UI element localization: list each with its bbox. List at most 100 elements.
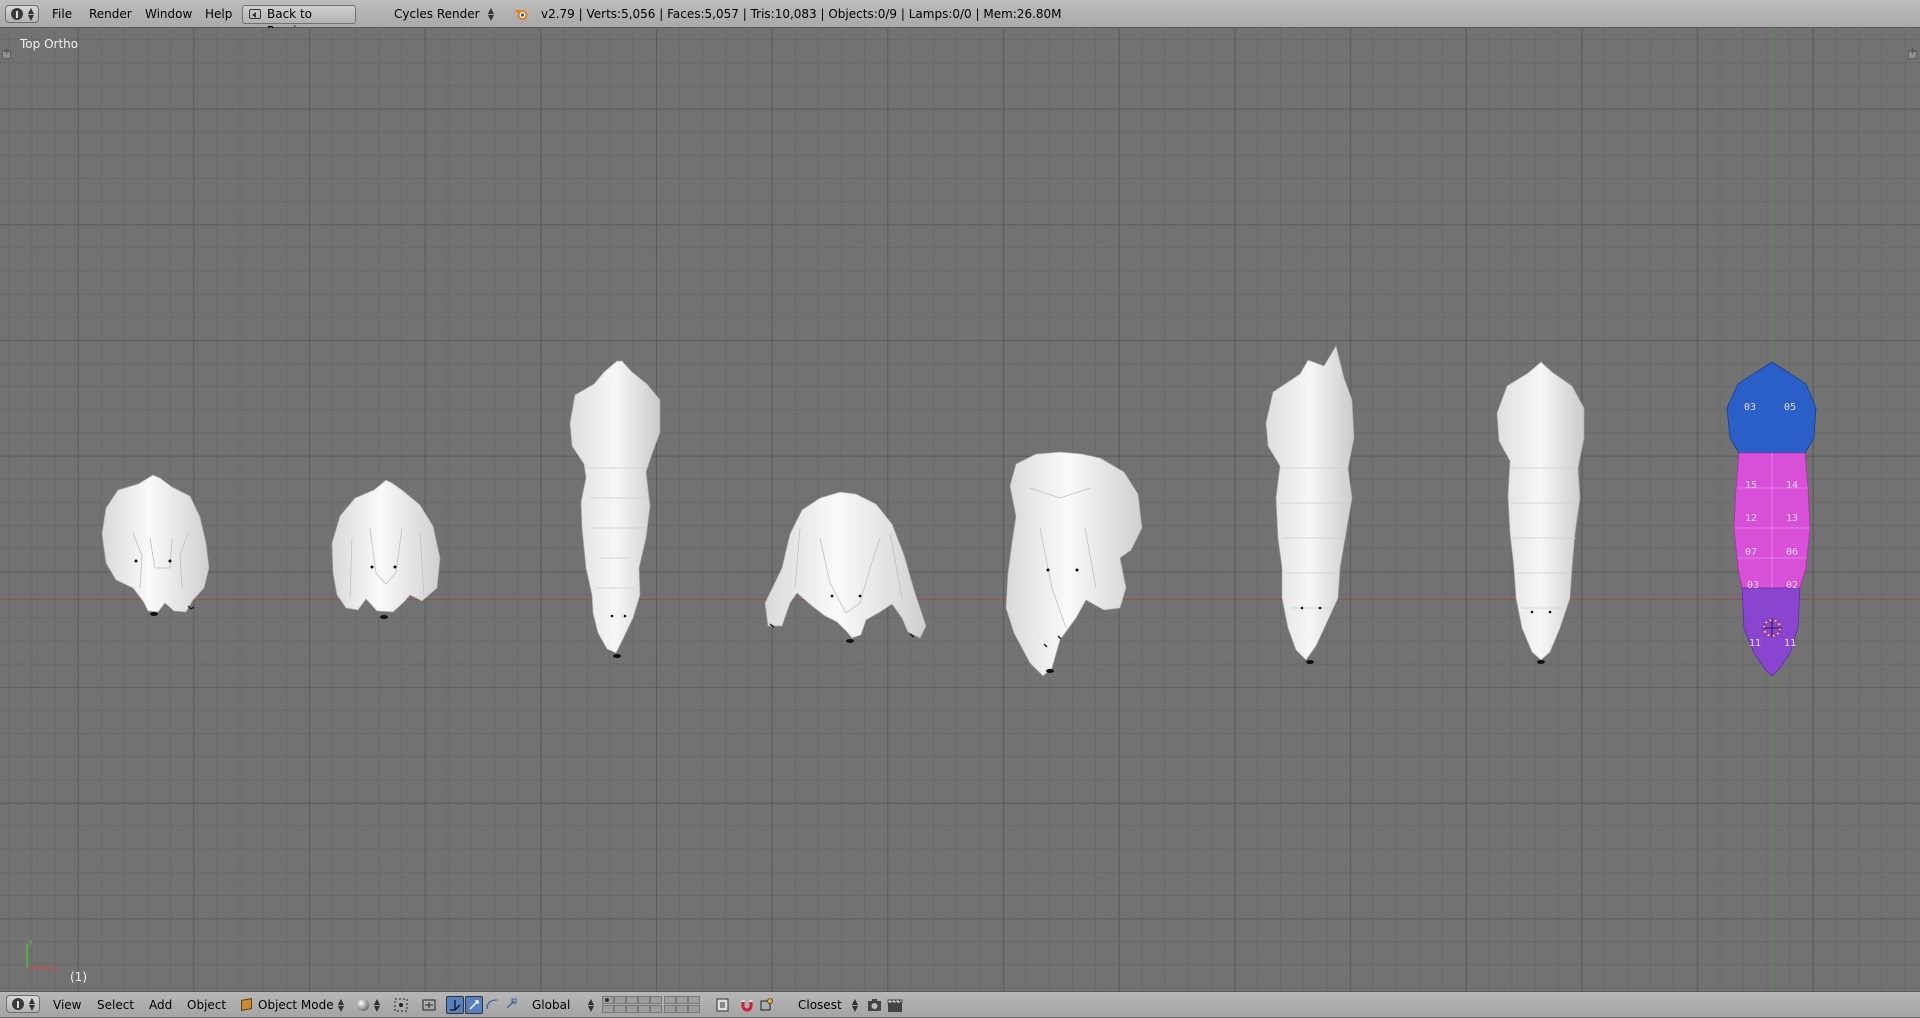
transform-orientation-select[interactable]: Global ▲ ▼ bbox=[528, 996, 596, 1014]
scene-statistics: v2.79 | Verts:5,056 | Faces:5,057 | Tris… bbox=[541, 7, 1062, 21]
uv-checker-bear[interactable]: 03 05 15 14 12 13 07 06 03 02 11 11 bbox=[1726, 361, 1817, 677]
interaction-mode-label: Object Mode bbox=[258, 998, 334, 1012]
render-engine-label: Cycles Render bbox=[394, 7, 480, 21]
chevron-updown-icon: ▲ ▼ bbox=[373, 997, 380, 1013]
info-header: ▲▼ File Render Window Help Back to Previ… bbox=[0, 0, 1920, 38]
layer-button[interactable] bbox=[602, 996, 614, 1004]
camera-icon bbox=[868, 999, 881, 1011]
svg-text:11: 11 bbox=[1749, 638, 1761, 649]
polar-bear-6[interactable] bbox=[1265, 345, 1355, 664]
translate-arrows-icon bbox=[450, 1000, 461, 1011]
scene-layers[interactable] bbox=[602, 996, 706, 1014]
lock-layers-button[interactable] bbox=[714, 996, 732, 1014]
polar-bear-3[interactable] bbox=[569, 360, 661, 658]
svg-text:y: y bbox=[28, 937, 33, 946]
editor-type-button[interactable]: ▲ ▼ bbox=[6, 995, 40, 1013]
render-engine-select[interactable]: Cycles Render ▲ ▼ bbox=[386, 5, 498, 24]
menu-add[interactable]: Add bbox=[149, 992, 172, 1018]
blender-logo-icon bbox=[515, 10, 528, 20]
polar-bear-4[interactable] bbox=[764, 491, 927, 643]
layer-button[interactable] bbox=[626, 996, 638, 1004]
polar-bear-5[interactable] bbox=[1005, 451, 1143, 677]
chevron-updown-icon: ▲ ▼ bbox=[851, 997, 858, 1013]
viewport-shading-select[interactable]: ▲ ▼ bbox=[354, 996, 382, 1014]
layer-button[interactable] bbox=[626, 1005, 638, 1013]
chevron-updown-icon: ▲ ▼ bbox=[27, 6, 34, 22]
svg-text:11: 11 bbox=[1784, 638, 1796, 649]
layer-button[interactable] bbox=[676, 996, 688, 1004]
snap-target-select[interactable]: Closest ▲ ▼ bbox=[792, 996, 860, 1014]
menu-object[interactable]: Object bbox=[187, 992, 226, 1018]
chevron-updown-icon: ▲ ▼ bbox=[28, 996, 35, 1012]
menu-render[interactable]: Render bbox=[89, 0, 132, 28]
layer-button[interactable] bbox=[664, 996, 676, 1004]
chevron-updown-icon: ▲ ▼ bbox=[587, 997, 594, 1013]
svg-text:14: 14 bbox=[1786, 480, 1798, 491]
axis-gizmo-icon: y x bbox=[26, 937, 58, 974]
svg-text:03: 03 bbox=[1744, 402, 1756, 413]
rotate-arrow-icon bbox=[469, 1000, 479, 1010]
svg-text:06: 06 bbox=[1786, 547, 1798, 558]
view3d-header: ▲ ▼ View Select Add Object Object Mode ▲ ▼… bbox=[0, 991, 1920, 1017]
menu-select[interactable]: Select bbox=[97, 992, 134, 1018]
rotate-tool-button[interactable] bbox=[484, 996, 502, 1014]
snap-element-select[interactable] bbox=[758, 996, 776, 1014]
3d-viewport[interactable]: Top Ortho + + 03 05 15 14 12 13 07 06 03… bbox=[0, 28, 1920, 991]
layer-button[interactable] bbox=[688, 1005, 700, 1013]
current-frame-label: (1) bbox=[70, 970, 87, 984]
layer-button[interactable] bbox=[614, 1005, 626, 1013]
layer-button[interactable] bbox=[638, 1005, 650, 1013]
layer-button[interactable] bbox=[638, 996, 650, 1004]
snap-toggle-button[interactable] bbox=[738, 996, 756, 1014]
layer-button[interactable] bbox=[688, 996, 700, 1004]
back-screen-icon bbox=[249, 9, 261, 19]
snap-target-label: Closest bbox=[798, 998, 842, 1012]
chevron-updown-icon: ▲ ▼ bbox=[487, 6, 494, 22]
viewport-shading-icon bbox=[357, 999, 369, 1011]
polar-bear-7[interactable] bbox=[1496, 361, 1585, 664]
layer-button[interactable] bbox=[602, 1005, 614, 1013]
layer-used-dot bbox=[605, 998, 609, 1002]
layer-button[interactable] bbox=[650, 996, 662, 1004]
layer-button[interactable] bbox=[614, 996, 626, 1004]
3d-view-icon bbox=[12, 998, 24, 1010]
transform-orientation-label: Global bbox=[532, 998, 571, 1012]
rotate-manipulator-button[interactable] bbox=[465, 996, 483, 1014]
scene-objects: 03 05 15 14 12 13 07 06 03 02 11 11 bbox=[101, 345, 1817, 677]
layer-button[interactable] bbox=[676, 1005, 688, 1013]
pivot-point-button[interactable] bbox=[392, 996, 410, 1014]
scale-tool-button[interactable] bbox=[503, 996, 521, 1014]
layer-button[interactable] bbox=[650, 1005, 662, 1013]
pivot-icon bbox=[394, 998, 408, 1012]
menu-help[interactable]: Help bbox=[205, 0, 232, 28]
editor-type-button[interactable]: ▲ ▼ bbox=[5, 5, 39, 23]
svg-text:07: 07 bbox=[1745, 547, 1757, 558]
menu-window[interactable]: Window bbox=[145, 0, 192, 28]
clapperboard-icon bbox=[887, 999, 903, 1012]
svg-text:12: 12 bbox=[1745, 513, 1757, 524]
menu-file[interactable]: File bbox=[52, 0, 72, 28]
chevron-updown-icon: ▲ ▼ bbox=[337, 997, 344, 1013]
object-cube-icon bbox=[241, 998, 252, 1011]
svg-text:05: 05 bbox=[1784, 402, 1796, 413]
layer-button[interactable] bbox=[664, 1005, 676, 1013]
interaction-mode-select[interactable]: Object Mode ▲ ▼ bbox=[238, 996, 346, 1014]
back-to-previous-button[interactable]: Back to Previous bbox=[242, 5, 356, 38]
translate-manipulator-button[interactable] bbox=[446, 996, 464, 1014]
svg-text:02: 02 bbox=[1786, 580, 1798, 591]
svg-text:x: x bbox=[53, 965, 58, 974]
scale-icon bbox=[506, 998, 517, 1009]
manipulator-toggle-button[interactable] bbox=[420, 996, 438, 1014]
polar-bear-1[interactable] bbox=[101, 474, 210, 616]
info-icon bbox=[11, 8, 23, 20]
snap-element-icon bbox=[760, 998, 773, 1011]
opengl-render-animation-button[interactable] bbox=[886, 996, 904, 1014]
opengl-render-image-button[interactable] bbox=[866, 996, 884, 1014]
menu-view[interactable]: View bbox=[53, 992, 81, 1018]
svg-text:03: 03 bbox=[1747, 580, 1759, 591]
magnet-icon bbox=[741, 1000, 753, 1012]
svg-text:15: 15 bbox=[1745, 480, 1757, 491]
svg-text:13: 13 bbox=[1786, 513, 1798, 524]
polar-bear-2[interactable] bbox=[331, 479, 441, 619]
scene-lock-icon bbox=[716, 998, 729, 1012]
